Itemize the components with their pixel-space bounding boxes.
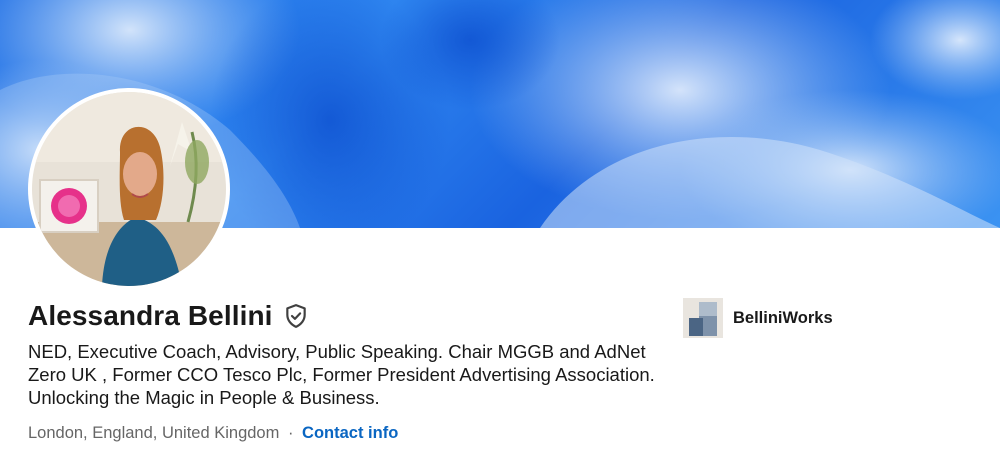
contact-info-link[interactable]: Contact info: [302, 424, 398, 442]
profile-photo[interactable]: [28, 88, 230, 290]
company-logo-icon: [683, 298, 723, 338]
profile-location: London, England, United Kingdom: [28, 424, 280, 442]
separator: ·: [287, 424, 294, 442]
profile-headline: NED, Executive Coach, Advisory, Public S…: [28, 341, 655, 408]
current-company[interactable]: BelliniWorks: [683, 298, 833, 338]
profile-name: Alessandra Bellini: [28, 300, 273, 331]
avatar: [32, 92, 226, 286]
company-name: BelliniWorks: [733, 308, 833, 327]
profile-photo-image: [32, 92, 226, 286]
verified-shield-icon[interactable]: [283, 303, 309, 329]
location-row: London, England, United Kingdom · Contac…: [28, 424, 398, 443]
